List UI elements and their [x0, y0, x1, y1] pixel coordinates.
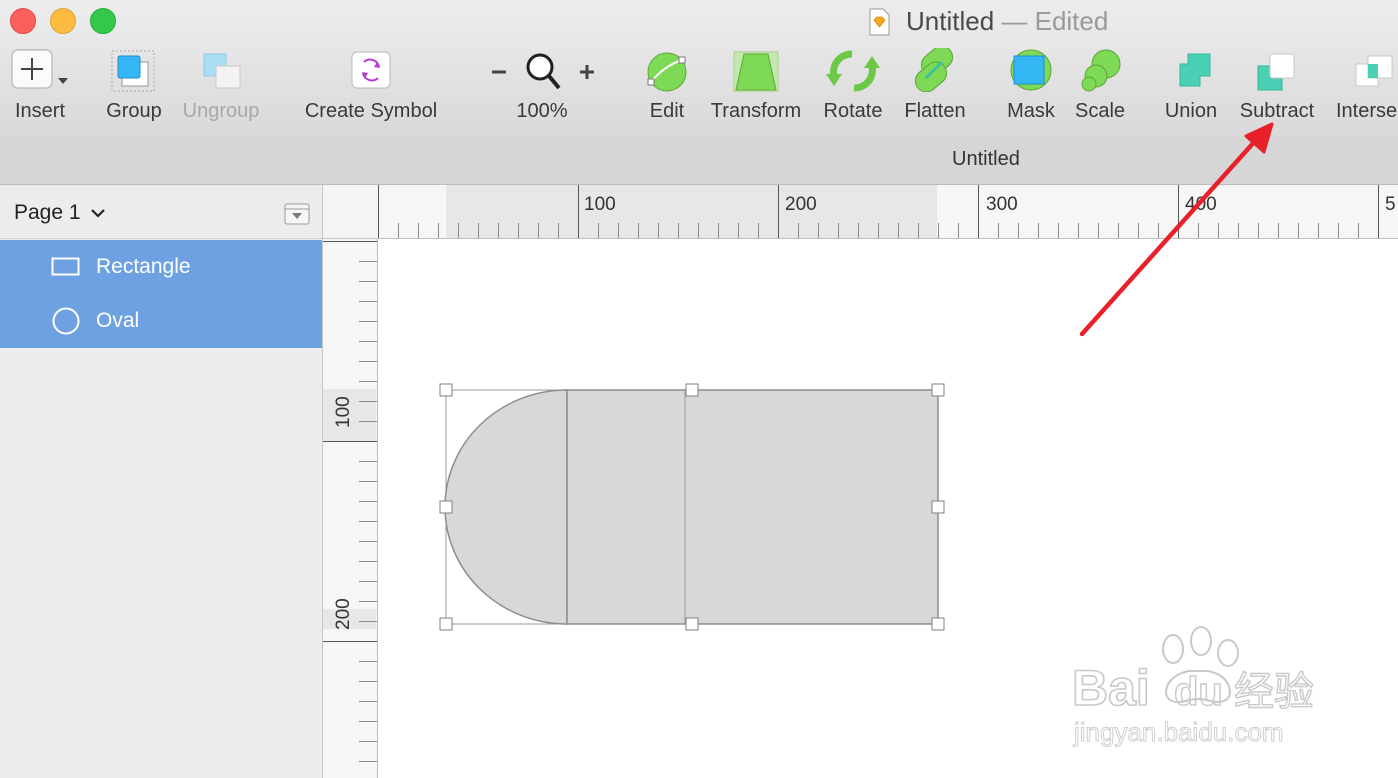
- group-button[interactable]: Group: [98, 48, 170, 122]
- edit-path-icon: [647, 52, 687, 92]
- close-window-button[interactable]: [10, 8, 36, 34]
- union-button[interactable]: Union: [1158, 48, 1224, 122]
- baidu-watermark: Bai du 经验 jingyan.baidu.com: [1070, 625, 1330, 754]
- layer-list: Rectangle Oval: [0, 240, 322, 348]
- layer-name: Oval: [96, 309, 140, 332]
- window-title: Untitled — Edited: [869, 6, 1109, 37]
- rotate-label: Rotate: [823, 100, 883, 122]
- collapse-pages-icon[interactable]: [284, 203, 310, 225]
- ungroup-icon: [203, 53, 241, 89]
- transform-icon: [733, 51, 779, 92]
- vertical-ruler[interactable]: 100 200: [323, 239, 378, 778]
- edited-indicator: — Edited: [994, 6, 1109, 36]
- ungroup-button[interactable]: Ungroup: [183, 48, 259, 122]
- layer-oval[interactable]: Oval: [0, 294, 322, 348]
- ruler-label: 100: [584, 194, 616, 215]
- scale-icon: [1081, 49, 1121, 92]
- baidu-paw-logo: Bai du 经验 jingyan.baidu.com: [1071, 626, 1315, 748]
- watermark-brand: Bai: [1072, 660, 1150, 716]
- chevron-down-icon: [91, 209, 106, 218]
- ruler-label: 200: [785, 194, 817, 215]
- zoom-level: 100%: [516, 100, 568, 122]
- window-toolbar: Untitled — Edited Insert Group Ungroup C…: [0, 0, 1398, 137]
- page-selector[interactable]: Page 1: [0, 185, 322, 239]
- rotate-icon: [826, 50, 880, 92]
- ruler-label: 300: [986, 194, 1018, 215]
- ruler-label: 200: [333, 598, 354, 630]
- zoom-control: 100%: [486, 48, 598, 122]
- insert-button[interactable]: Insert: [0, 48, 80, 122]
- page-name: Page 1: [14, 201, 81, 224]
- ungroup-label: Ungroup: [182, 100, 260, 122]
- plus-icon: [11, 49, 68, 89]
- rotate-button[interactable]: Rotate: [818, 48, 888, 122]
- annotation-arrow: [1079, 122, 1274, 337]
- subtract-button[interactable]: Subtract: [1236, 48, 1318, 122]
- zoom-icons: [492, 53, 594, 90]
- flatten-button[interactable]: Flatten: [898, 48, 972, 122]
- ruler-corner: [323, 185, 378, 239]
- create-symbol-label: Create Symbol: [304, 100, 438, 122]
- watermark-brand-end: du: [1174, 670, 1223, 714]
- watermark-url: jingyan.baidu.com: [1073, 717, 1284, 747]
- edit-button[interactable]: Edit: [634, 48, 700, 122]
- zoom-window-button[interactable]: [90, 8, 116, 34]
- transform-button[interactable]: Transform: [706, 48, 806, 122]
- mask-label: Mask: [1007, 100, 1055, 122]
- layers-sidebar: Page 1 Rectangle Oval: [0, 185, 323, 778]
- magnifier-icon: [526, 53, 554, 81]
- scale-button[interactable]: Scale: [1070, 48, 1130, 122]
- intersect-button[interactable]: Interse: [1336, 48, 1398, 122]
- sketch-document-icon: [869, 8, 890, 36]
- flatten-icon: [914, 48, 954, 92]
- window-title-text: Untitled: [906, 6, 995, 36]
- watermark-cn: 经验: [1234, 669, 1314, 715]
- union-icon: [1179, 53, 1211, 87]
- ruler-label: 100: [333, 396, 354, 428]
- group-label: Group: [106, 100, 162, 122]
- mask-icon: [1010, 49, 1052, 91]
- vertical-ruler-ticks: [323, 241, 377, 762]
- intersect-label: Interse: [1336, 100, 1398, 122]
- transform-label: Transform: [710, 100, 802, 122]
- zoom-in-icon: [580, 65, 594, 79]
- group-icon: [111, 50, 155, 92]
- rectangle-icon: [51, 257, 80, 276]
- create-symbol-button[interactable]: Create Symbol: [300, 48, 442, 122]
- ruler-label: 5: [1385, 194, 1396, 215]
- intersect-icon: [1355, 55, 1393, 87]
- flatten-label: Flatten: [904, 100, 966, 122]
- document-tab[interactable]: Untitled: [952, 148, 1020, 171]
- oval-shape[interactable]: [444, 389, 568, 625]
- layer-name: Rectangle: [96, 255, 191, 278]
- oval-icon: [52, 307, 80, 335]
- minimize-window-button[interactable]: [50, 8, 76, 34]
- layer-rectangle[interactable]: Rectangle: [0, 240, 322, 294]
- subtract-icon: [1257, 53, 1295, 91]
- rectangle-shape[interactable]: [566, 389, 939, 625]
- insert-label: Insert: [14, 100, 66, 122]
- mask-button[interactable]: Mask: [1000, 48, 1062, 122]
- edit-label: Edit: [649, 100, 685, 122]
- symbol-icon: [351, 51, 391, 89]
